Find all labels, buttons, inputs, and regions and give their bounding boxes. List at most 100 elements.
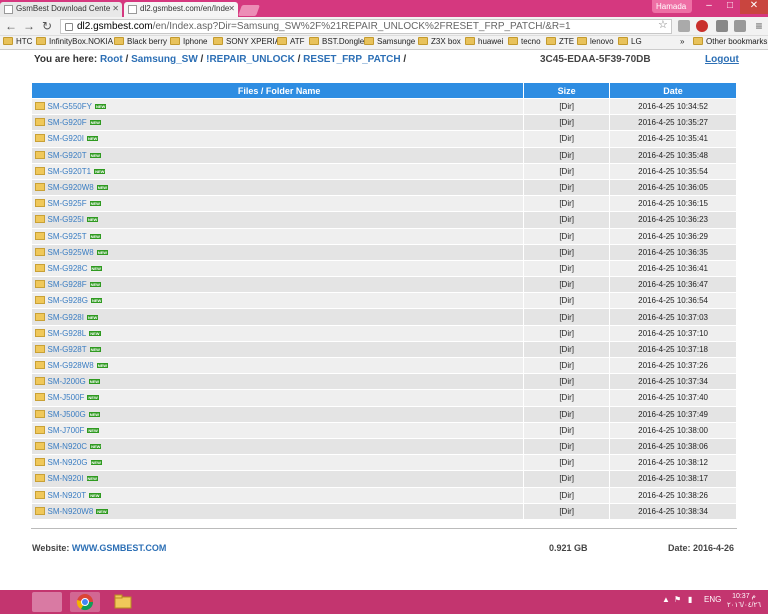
bookmark-iphone[interactable]: Iphone [170, 37, 207, 46]
folder-link[interactable]: SM-G928L [48, 329, 87, 338]
cell-name[interactable]: SM-G920T1 NEW [31, 163, 525, 180]
cell-name[interactable]: SM-G925F NEW [31, 195, 525, 213]
column-header-size[interactable]: Size [523, 82, 611, 99]
table-row[interactable]: SM-G928G NEW [Dir] 2016-4-25 10:36:54 [31, 292, 737, 310]
breadcrumb-samsung-sw[interactable]: Samsung_SW [131, 54, 198, 65]
cell-name[interactable]: SM-G920T NEW [31, 147, 525, 164]
bookmark-sony-xperia[interactable]: SONY XPERIA [213, 37, 280, 46]
breadcrumb-root[interactable]: Root [100, 54, 123, 65]
bookmark-star-icon[interactable]: ☆ [658, 18, 668, 31]
close-tab-icon[interactable]: ✕ [112, 4, 119, 13]
table-row[interactable]: SM-N920G NEW [Dir] 2016-4-25 10:38:12 [31, 454, 737, 472]
folder-link[interactable]: SM-G920T [48, 151, 87, 160]
table-row[interactable]: SM-G920F NEW [Dir] 2016-4-25 10:35:27 [31, 114, 737, 132]
website-link[interactable]: WWW.GSMBEST.COM [72, 543, 167, 553]
address-bar[interactable]: dl2.gsmbest.com/en/Index.asp?Dir=Samsung… [60, 19, 672, 34]
bookmark-zte[interactable]: ZTE [546, 37, 574, 46]
table-row[interactable]: SM-G928I NEW [Dir] 2016-4-25 10:37:03 [31, 308, 737, 326]
table-row[interactable]: SM-J200G NEW [Dir] 2016-4-25 10:37:34 [31, 373, 737, 391]
bookmark-black-berry[interactable]: Black berry [114, 37, 167, 46]
cell-name[interactable]: SM-N920I NEW [31, 470, 525, 488]
cell-name[interactable]: SM-N920W8 NEW [31, 503, 525, 520]
table-row[interactable]: SM-G928T NEW [Dir] 2016-4-25 10:37:18 [31, 341, 737, 359]
folder-link[interactable]: SM-G928F [48, 280, 87, 289]
folder-link[interactable]: SM-N920G [48, 458, 88, 467]
table-row[interactable]: SM-G925T NEW [Dir] 2016-4-25 10:36:29 [31, 228, 737, 245]
folder-link[interactable]: SM-G920T1 [48, 167, 92, 176]
table-row[interactable]: SM-G925I NEW [Dir] 2016-4-25 10:36:23 [31, 211, 737, 229]
cell-name[interactable]: SM-G925T NEW [31, 228, 525, 245]
cell-name[interactable]: SM-J500F NEW [31, 389, 525, 407]
page-info-icon[interactable] [65, 23, 73, 31]
maximize-icon[interactable]: □ [720, 0, 740, 14]
bookmark-atf[interactable]: ATF [277, 37, 305, 46]
column-header-date[interactable]: Date [609, 82, 737, 99]
breadcrumb-reset-frp-patch[interactable]: RESET_FRP_PATCH [303, 54, 400, 65]
table-row[interactable]: SM-G928F NEW [Dir] 2016-4-25 10:36:47 [31, 276, 737, 294]
bookmark-lenovo[interactable]: lenovo [577, 37, 614, 46]
table-row[interactable]: SM-G550FY NEW [Dir] 2016-4-25 10:34:52 [31, 98, 737, 116]
table-row[interactable]: SM-G920T NEW [Dir] 2016-4-25 10:35:48 [31, 147, 737, 164]
table-row[interactable]: SM-N920W8 NEW [Dir] 2016-4-25 10:38:34 [31, 503, 737, 520]
bookmark-htc[interactable]: HTC [3, 37, 32, 46]
new-tab-button[interactable] [237, 5, 261, 16]
bookmark-lg[interactable]: LG [618, 37, 642, 46]
cell-name[interactable]: SM-G920I NEW [31, 130, 525, 148]
folder-link[interactable]: SM-G925W8 [48, 248, 94, 257]
table-row[interactable]: SM-G928W8 NEW [Dir] 2016-4-25 10:37:26 [31, 357, 737, 375]
bookmarks-overflow-icon[interactable]: » [680, 37, 684, 46]
cell-name[interactable]: SM-G925I NEW [31, 211, 525, 229]
cell-name[interactable]: SM-N920C NEW [31, 438, 525, 456]
adblock-icon[interactable] [696, 20, 708, 32]
folder-link[interactable]: SM-G920I [48, 134, 84, 143]
folder-link[interactable]: SM-J500F [48, 393, 85, 402]
logout-link[interactable]: Logout [705, 54, 739, 65]
column-header-name[interactable]: Files / Folder Name [30, 82, 525, 99]
folder-link[interactable]: SM-G928W8 [48, 361, 94, 370]
table-row[interactable]: SM-G925F NEW [Dir] 2016-4-25 10:36:15 [31, 195, 737, 213]
cell-name[interactable]: SM-G928F NEW [31, 276, 525, 294]
table-row[interactable]: SM-G928C NEW [Dir] 2016-4-25 10:36:41 [31, 260, 737, 278]
cell-name[interactable]: SM-G920W8 NEW [31, 179, 525, 197]
bookmark-other-bookmarks[interactable]: Other bookmarks [693, 37, 767, 46]
folder-link[interactable]: SM-N920T [48, 491, 87, 500]
taskbar-file-explorer[interactable] [108, 592, 138, 612]
folder-link[interactable]: SM-J200G [48, 377, 86, 386]
close-tab-icon[interactable]: ✕ [228, 4, 235, 13]
bookmark-infinitybox-nokia[interactable]: InfinityBox.NOKIA [36, 37, 113, 46]
bookmark-tecno[interactable]: tecno [508, 37, 541, 46]
taskbar-app-icon[interactable] [32, 592, 62, 612]
cell-name[interactable]: SM-J700F NEW [31, 422, 525, 439]
folder-link[interactable]: SM-G928C [48, 264, 88, 273]
table-row[interactable]: SM-G928L NEW [Dir] 2016-4-25 10:37:10 [31, 325, 737, 342]
bookmark-huawei[interactable]: huawei [465, 37, 503, 46]
tray-flag-icon[interactable]: ⚑ [674, 595, 681, 604]
menu-icon[interactable]: ≡ [752, 19, 766, 33]
table-row[interactable]: SM-J700F NEW [Dir] 2016-4-25 10:38:00 [31, 422, 737, 439]
extension-icon[interactable] [734, 20, 746, 32]
cell-name[interactable]: SM-G928I NEW [31, 308, 525, 326]
tray-network-icon[interactable]: ▮ [688, 595, 692, 604]
cell-name[interactable]: SM-G550FY NEW [31, 98, 525, 116]
table-row[interactable]: SM-G925W8 NEW [Dir] 2016-4-25 10:36:35 [31, 244, 737, 261]
table-row[interactable]: SM-N920I NEW [Dir] 2016-4-25 10:38:17 [31, 470, 737, 488]
minimize-icon[interactable]: – [698, 0, 720, 14]
reload-icon[interactable]: ↻ [40, 19, 54, 33]
table-row[interactable]: SM-G920T1 NEW [Dir] 2016-4-25 10:35:54 [31, 163, 737, 180]
folder-link[interactable]: SM-G928G [48, 296, 88, 305]
folder-link[interactable]: SM-N920I [48, 474, 84, 483]
folder-link[interactable]: SM-G928T [48, 345, 87, 354]
profile-name[interactable]: Hamada [652, 0, 692, 13]
extension-icon[interactable] [716, 20, 728, 32]
folder-link[interactable]: SM-G928I [48, 313, 84, 322]
close-window-icon[interactable]: ✕ [740, 0, 768, 14]
folder-link[interactable]: SM-N920W8 [48, 507, 94, 516]
folder-link[interactable]: SM-G920F [48, 118, 87, 127]
bookmark-bst-dongle[interactable]: BST.Dongle [309, 37, 364, 46]
cell-name[interactable]: SM-G928C NEW [31, 260, 525, 278]
cell-name[interactable]: SM-G925W8 NEW [31, 244, 525, 261]
tab-gsmbest-download-center[interactable]: GsmBest Download Cente ✕ [0, 2, 122, 17]
tab-dl2-gsmbest[interactable]: dl2.gsmbest.com/en/Inde ✕ [124, 2, 238, 17]
folder-link[interactable]: SM-N920C [48, 442, 88, 451]
tray-up-arrow-icon[interactable]: ▲ [662, 595, 670, 604]
